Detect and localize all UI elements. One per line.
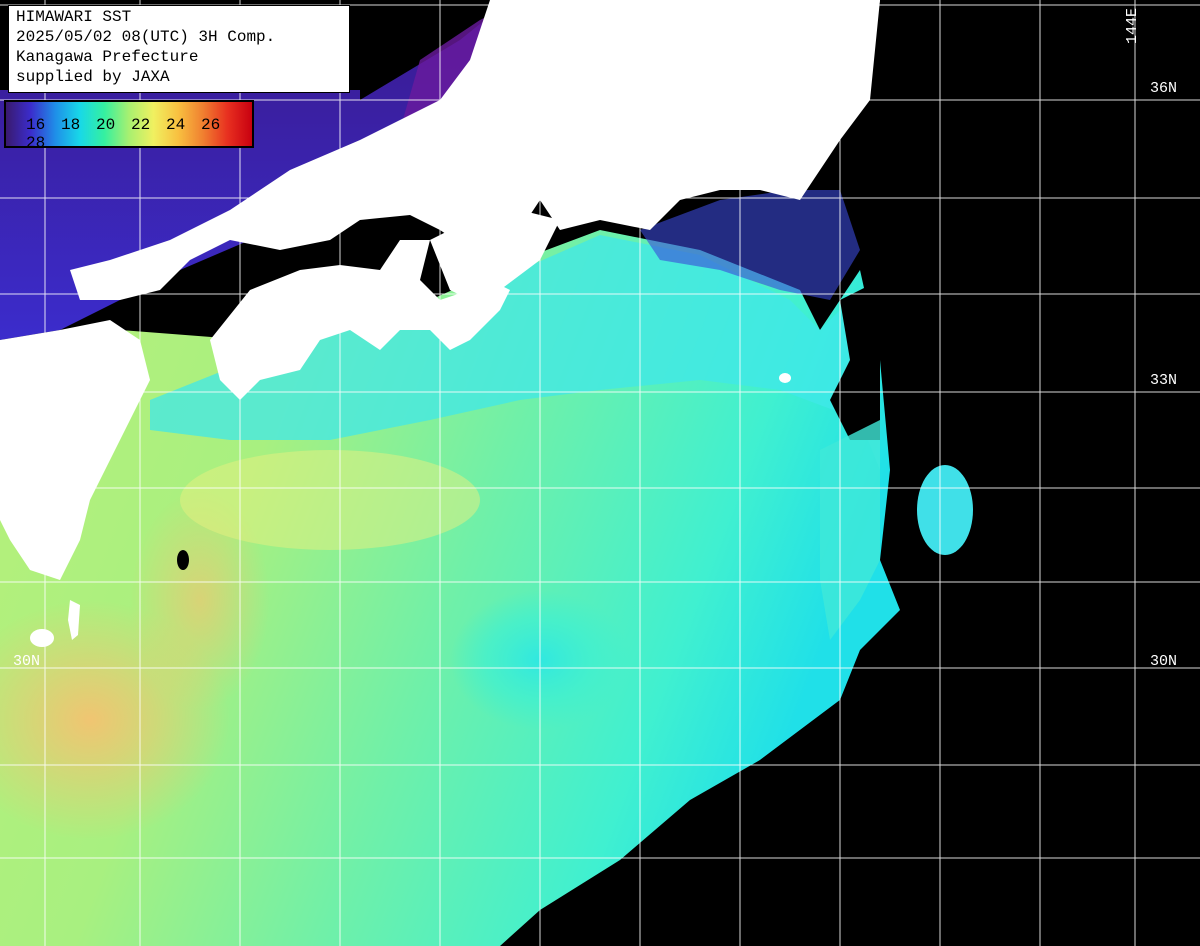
lat-label-36n: 36N: [1150, 80, 1178, 97]
lon-label-136e: 136E: [485, 7, 502, 44]
colorbar-tick: 26: [201, 116, 221, 134]
title-line-1: HIMAWARI SST: [16, 8, 132, 26]
colorbar-tick: 22: [131, 116, 151, 134]
temperature-colorbar: 16 18 20 22 24 26 28: [4, 100, 254, 152]
colorbar-tick: 18: [61, 116, 81, 134]
colorbar-tick: 24: [166, 116, 186, 134]
lat-label-33n: 33N: [1150, 372, 1178, 389]
colorbar-labels: 16 18 20 22 24 26 28: [26, 116, 252, 152]
title-line-4: supplied by JAXA: [16, 68, 170, 86]
island-tanegashima: [30, 629, 54, 647]
izu-patch: [917, 465, 973, 555]
colorbar-tick: 20: [96, 116, 116, 134]
title-line-2: 2025/05/02 08(UTC) 3H Comp.: [16, 28, 276, 46]
colorbar-tick: 28: [26, 134, 46, 152]
lon-label-144e: 144E: [1124, 7, 1141, 44]
title-line-3: Kanagawa Prefecture: [16, 48, 199, 66]
title-box: HIMAWARI SST 2025/05/02 08(UTC) 3H Comp.…: [8, 5, 350, 93]
lat-label-30n-left: 30N: [13, 653, 41, 670]
colorbar-tick: 16: [26, 116, 46, 134]
lat-label-30n: 30N: [1150, 653, 1178, 670]
